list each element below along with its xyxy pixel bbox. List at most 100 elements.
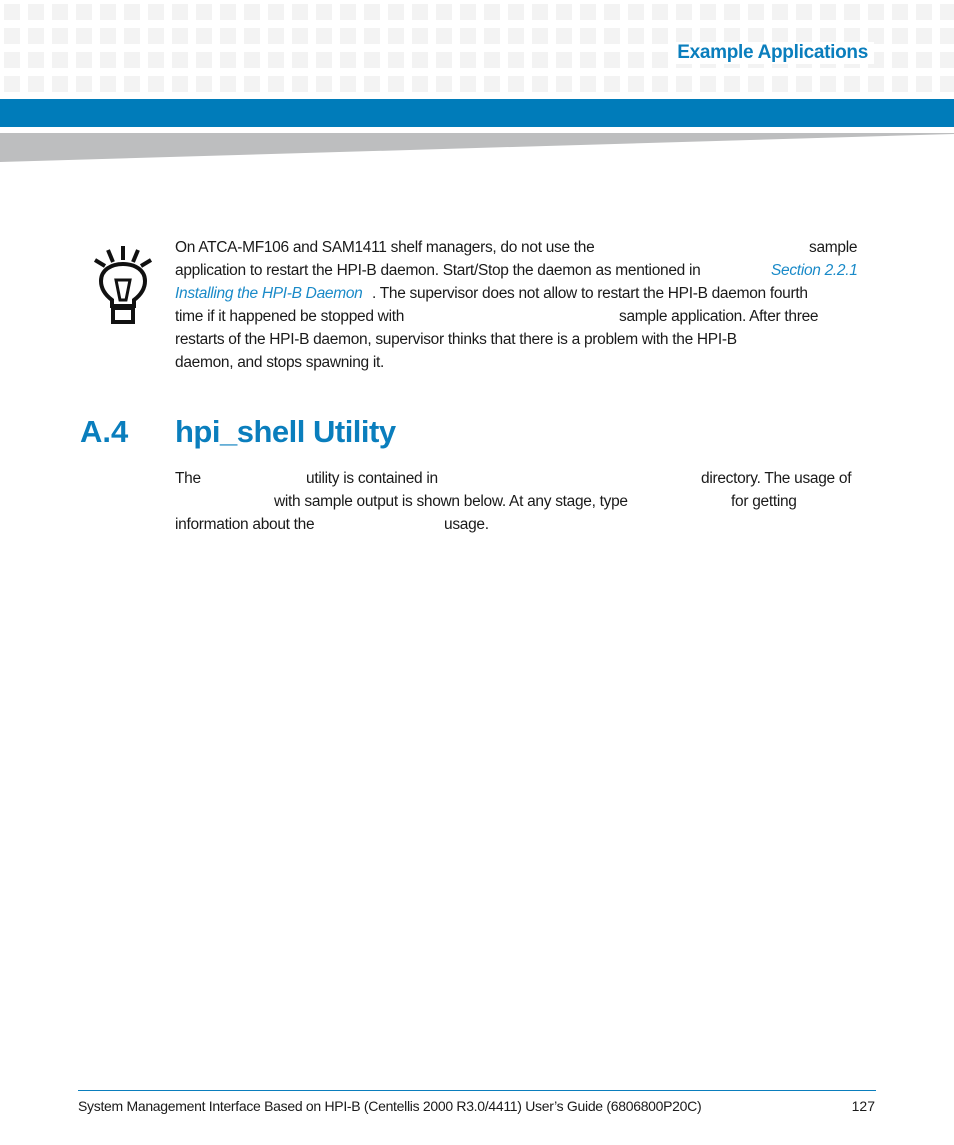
pattern-square <box>868 4 884 20</box>
pattern-square <box>532 28 548 44</box>
pattern-square <box>4 28 20 44</box>
pattern-square <box>100 4 116 20</box>
pattern-square <box>4 4 20 20</box>
pattern-square <box>748 4 764 20</box>
pattern-square <box>580 4 596 20</box>
pattern-square <box>28 76 44 92</box>
body-paragraph: The utility is contained in directory. T… <box>175 467 875 536</box>
pattern-square <box>244 52 260 68</box>
tip-line: On ATCA-MF106 and SAM1411 shelf managers… <box>175 236 865 259</box>
pattern-square <box>100 76 116 92</box>
pattern-square <box>76 76 92 92</box>
pattern-square <box>388 4 404 20</box>
pattern-square <box>676 4 692 20</box>
section-link-title[interactable]: Installing the HPI-B Daemon <box>175 282 363 305</box>
pattern-square <box>628 52 644 68</box>
pattern-square <box>76 28 92 44</box>
pattern-square <box>100 52 116 68</box>
pattern-square <box>460 76 476 92</box>
body-text: directory. The usage of <box>701 470 852 487</box>
page-number: 127 <box>851 1098 875 1114</box>
tip-text: restarts of the HPI-B daemon, supervisor… <box>175 331 737 348</box>
pattern-square <box>196 76 212 92</box>
pattern-square <box>892 28 908 44</box>
pattern-square <box>124 4 140 20</box>
pattern-square <box>340 76 356 92</box>
body-text: utility is contained in <box>306 470 438 487</box>
pattern-square <box>388 52 404 68</box>
pattern-square <box>292 76 308 92</box>
section-number: A.4 <box>80 414 129 449</box>
pattern-square <box>556 52 572 68</box>
pattern-square <box>916 52 932 68</box>
pattern-square <box>700 76 716 92</box>
pattern-square <box>28 28 44 44</box>
tip-note: On ATCA-MF106 and SAM1411 shelf managers… <box>175 236 865 374</box>
body-text: usage. <box>444 516 489 533</box>
pattern-square <box>676 76 692 92</box>
pattern-square <box>580 28 596 44</box>
pattern-square <box>460 52 476 68</box>
pattern-square <box>724 76 740 92</box>
pattern-square <box>508 4 524 20</box>
pattern-square <box>628 28 644 44</box>
pattern-square <box>508 76 524 92</box>
pattern-square <box>940 52 954 68</box>
pattern-square <box>868 76 884 92</box>
pattern-square <box>652 52 668 68</box>
pattern-square <box>892 76 908 92</box>
pattern-square <box>484 28 500 44</box>
pattern-square <box>244 76 260 92</box>
pattern-square <box>148 4 164 20</box>
pattern-square <box>796 76 812 92</box>
pattern-square <box>220 28 236 44</box>
pattern-square <box>244 28 260 44</box>
pattern-square <box>172 76 188 92</box>
tip-text: . The supervisor does not allow to resta… <box>372 285 808 302</box>
pattern-square <box>916 28 932 44</box>
header-gray-wedge <box>0 133 954 162</box>
pattern-square <box>820 76 836 92</box>
pattern-square <box>508 52 524 68</box>
pattern-square <box>772 4 788 20</box>
pattern-square <box>100 28 116 44</box>
tip-line: restarts of the HPI-B daemon, supervisor… <box>175 328 865 351</box>
pattern-square <box>268 76 284 92</box>
pattern-square <box>892 52 908 68</box>
pattern-square <box>460 28 476 44</box>
pattern-square <box>220 76 236 92</box>
pattern-square <box>4 76 20 92</box>
header-blue-bar <box>0 99 954 127</box>
pattern-square <box>124 76 140 92</box>
pattern-square <box>340 28 356 44</box>
section-link[interactable]: Section 2.2.1 <box>771 259 858 282</box>
footer-divider <box>78 1090 876 1091</box>
pattern-square <box>316 28 332 44</box>
tip-text: sample <box>809 239 858 256</box>
pattern-square <box>364 52 380 68</box>
tip-line: Installing the HPI-B Daemon . The superv… <box>175 282 865 305</box>
pattern-square <box>340 52 356 68</box>
pattern-square <box>388 28 404 44</box>
pattern-square <box>724 4 740 20</box>
pattern-square <box>412 52 428 68</box>
body-text: for getting <box>731 493 797 510</box>
tip-text: sample application. After three <box>619 308 819 325</box>
pattern-square <box>52 76 68 92</box>
pattern-square <box>436 4 452 20</box>
pattern-square <box>940 76 954 92</box>
pattern-square <box>388 76 404 92</box>
pattern-square <box>556 4 572 20</box>
pattern-square <box>436 52 452 68</box>
pattern-square <box>556 28 572 44</box>
pattern-square <box>484 4 500 20</box>
section-title: hpi_shell Utility <box>175 414 396 449</box>
body-text: information about the <box>175 516 315 533</box>
pattern-square <box>700 4 716 20</box>
pattern-square <box>52 28 68 44</box>
pattern-square <box>484 52 500 68</box>
tip-text: daemon, and stops spawning it. <box>175 354 384 371</box>
pattern-square <box>196 52 212 68</box>
pattern-square <box>556 76 572 92</box>
pattern-square <box>772 76 788 92</box>
